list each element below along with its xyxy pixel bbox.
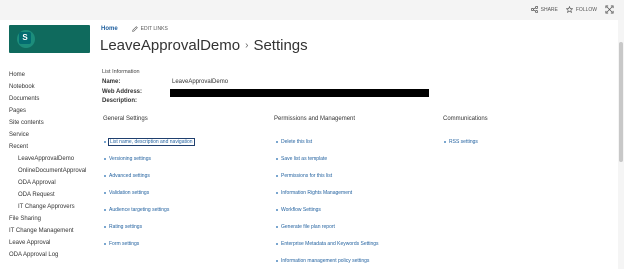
link-workflow-settings[interactable]: Workflow Settings: [276, 207, 321, 213]
suite-bar-actions: SHARE FOLLOW: [530, 5, 614, 14]
share-label: SHARE: [540, 6, 558, 13]
link-label: List name, description and navigation: [108, 138, 195, 146]
bullet-icon: [104, 158, 106, 160]
quick-launch-nav: Home Notebook Documents Pages Site conte…: [9, 69, 97, 261]
bullet-icon: [276, 226, 278, 228]
nav-item-notebook[interactable]: Notebook: [9, 81, 97, 93]
link-audience-targeting-settings[interactable]: Audience targeting settings: [104, 207, 169, 213]
list-information-heading: List Information: [102, 69, 140, 75]
page-title: LeaveApprovalDemo › Settings: [100, 37, 308, 54]
link-label: RSS settings: [449, 139, 478, 145]
focus-icon: [605, 5, 614, 14]
follow-button[interactable]: FOLLOW: [565, 6, 597, 13]
nav-item-it-change-approvers[interactable]: IT Change Approvers: [9, 201, 97, 213]
link-label: Form settings: [109, 241, 140, 247]
link-label: Generate file plan report: [281, 224, 335, 230]
link-form-settings[interactable]: Form settings: [104, 241, 139, 247]
link-label: Advanced settings: [109, 173, 150, 179]
link-label: Rating settings: [109, 224, 143, 230]
bullet-icon: [444, 141, 446, 143]
general-settings-heading: General Settings: [103, 116, 148, 122]
bullet-icon: [104, 243, 106, 245]
nav-item-leaveapprovaldemo[interactable]: LeaveApprovalDemo: [9, 153, 97, 165]
name-label: Name:: [102, 79, 121, 85]
bullet-icon: [276, 175, 278, 177]
name-value: LeaveApprovalDemo: [172, 79, 229, 85]
edit-links-label: EDIT LINKS: [140, 26, 168, 32]
bullet-icon: [276, 260, 278, 262]
share-icon: [530, 6, 538, 13]
nav-item-onlinedocumentapproval[interactable]: OnlineDocumentApproval: [9, 165, 94, 177]
star-icon: [565, 6, 573, 13]
link-information-rights-management[interactable]: Information Rights Management: [276, 190, 352, 196]
breadcrumb: Home EDIT LINKS: [101, 26, 168, 32]
follow-label: FOLLOW: [575, 6, 597, 13]
link-label: Delete this list: [281, 139, 313, 145]
bullet-icon: [276, 158, 278, 160]
link-label: Workflow Settings: [281, 207, 321, 213]
focus-button[interactable]: [605, 5, 614, 14]
nav-item-service[interactable]: Service: [9, 129, 97, 141]
nav-item-oda-request[interactable]: ODA Request: [9, 189, 97, 201]
bullet-icon: [104, 209, 106, 211]
bullet-icon: [276, 243, 278, 245]
link-permissions-for-this-list[interactable]: Permissions for this list: [276, 173, 332, 179]
bullet-icon: [104, 226, 106, 228]
link-delete-this-list[interactable]: Delete this list: [276, 139, 312, 145]
bullet-icon: [104, 192, 106, 194]
link-label: Information Rights Management: [281, 190, 353, 196]
nav-item-it-change-management[interactable]: IT Change Management: [9, 225, 97, 237]
link-save-list-as-template[interactable]: Save list as template: [276, 156, 327, 162]
link-label: Information management policy settings: [281, 258, 370, 264]
nav-item-pages[interactable]: Pages: [9, 105, 97, 117]
link-rss-settings[interactable]: RSS settings: [444, 139, 478, 145]
edit-links-button[interactable]: EDIT LINKS: [131, 26, 168, 32]
nav-item-leave-approval[interactable]: Leave Approval: [9, 237, 97, 249]
title-separator: ›: [245, 40, 249, 51]
page-title-text: Settings: [253, 37, 308, 54]
link-list-name-description-navigation[interactable]: List name, description and navigation: [104, 138, 195, 146]
link-rating-settings[interactable]: Rating settings: [104, 224, 142, 230]
nav-item-home[interactable]: Home: [9, 69, 97, 81]
link-label: Enterprise Metadata and Keywords Setting…: [281, 241, 379, 247]
nav-item-file-sharing[interactable]: File Sharing: [9, 213, 97, 225]
link-label: Permissions for this list: [281, 173, 333, 179]
site-logo[interactable]: S: [9, 25, 90, 53]
bullet-icon: [104, 141, 106, 143]
redacted-web-address: [170, 89, 429, 97]
bullet-icon: [276, 141, 278, 143]
link-advanced-settings[interactable]: Advanced settings: [104, 173, 150, 179]
pencil-icon: [131, 26, 138, 32]
link-label: Versioning settings: [109, 156, 151, 162]
breadcrumb-home-link[interactable]: Home: [101, 26, 118, 32]
link-information-management-policy-settings[interactable]: Information management policy settings: [276, 258, 369, 264]
communications-heading: Communications: [443, 116, 488, 122]
suite-bar: SHARE FOLLOW: [0, 0, 624, 20]
site-title-link[interactable]: LeaveApprovalDemo: [100, 37, 240, 54]
page-scrollbar[interactable]: [618, 20, 624, 269]
nav-item-documents[interactable]: Documents: [9, 93, 97, 105]
nav-item-oda-approval[interactable]: ODA Approval: [9, 177, 97, 189]
nav-item-recent[interactable]: Recent: [9, 141, 97, 153]
nav-item-site-contents[interactable]: Site contents: [9, 117, 97, 129]
bullet-icon: [276, 192, 278, 194]
bullet-icon: [104, 175, 106, 177]
link-enterprise-metadata-keywords-settings[interactable]: Enterprise Metadata and Keywords Setting…: [276, 241, 379, 247]
link-label: Validation settings: [109, 190, 150, 196]
sharepoint-logo-icon: S: [17, 30, 35, 48]
permissions-management-heading: Permissions and Management: [274, 116, 356, 122]
nav-item-oda-approval-log[interactable]: ODA Approval Log: [9, 249, 97, 261]
share-button[interactable]: SHARE: [530, 6, 558, 13]
link-label: Save list as template: [281, 156, 328, 162]
description-label: Description:: [102, 98, 138, 104]
link-label: Audience targeting settings: [109, 207, 170, 213]
link-generate-file-plan-report[interactable]: Generate file plan report: [276, 224, 335, 230]
scrollbar-thumb[interactable]: [619, 42, 623, 162]
link-versioning-settings[interactable]: Versioning settings: [104, 156, 151, 162]
link-validation-settings[interactable]: Validation settings: [104, 190, 149, 196]
bullet-icon: [276, 209, 278, 211]
web-address-label: Web Address:: [102, 89, 143, 95]
